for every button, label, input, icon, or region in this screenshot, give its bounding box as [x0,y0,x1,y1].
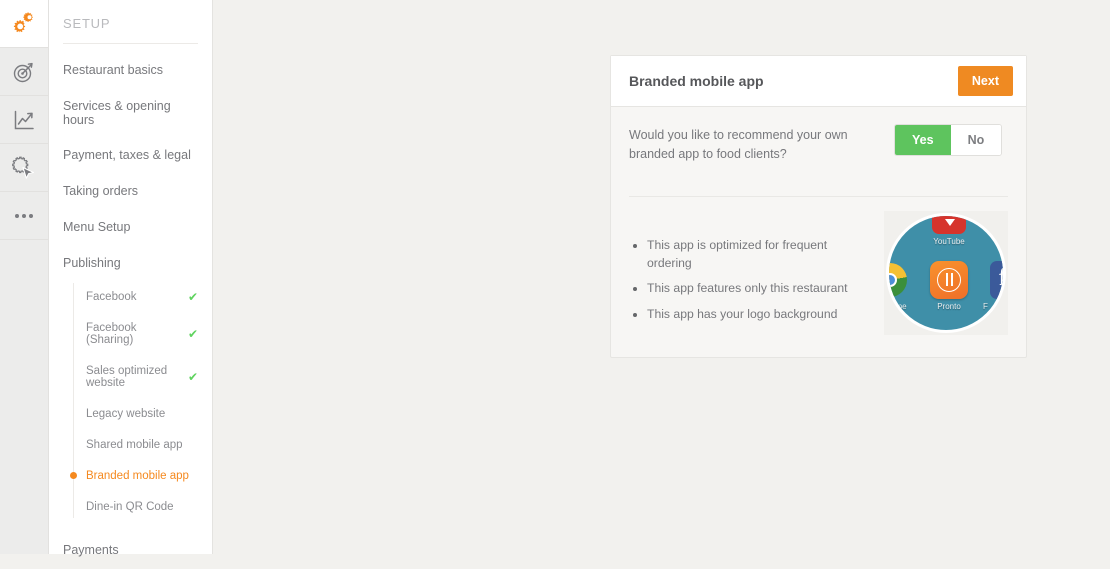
sidebar-item-taking-orders[interactable]: Taking orders [63,174,198,210]
toggle-no-option[interactable]: No [950,125,1002,155]
chrome-app-icon [889,263,907,297]
gears-icon [11,11,37,36]
rail-item-operations[interactable] [0,144,48,192]
sidebar-section-title: SETUP [63,16,111,31]
branded-mobile-app-card: Branded mobile app Next Would you like t… [610,55,1027,358]
recommend-toggle[interactable]: Yes No [894,124,1003,156]
icon-rail [0,0,49,554]
app-preview-circle: YouTube me Pronto F [886,213,1006,333]
main-content: Branded mobile app Next Would you like t… [214,0,1110,554]
toggle-yes-option[interactable]: Yes [895,125,951,155]
pronto-app-label: Pronto [937,302,961,311]
rail-item-marketing[interactable] [0,48,48,96]
sidebar-item-label: Facebook (Sharing) [86,321,137,346]
recommend-question-label: Would you like to recommend your own bra… [629,128,848,162]
sidebar-item-facebook-sharing[interactable]: Facebook (Sharing) ✔ [73,312,198,355]
card-body: Would you like to recommend your own bra… [611,107,1026,357]
chart-line-icon [12,108,36,132]
list-item: This app has your logo background [647,306,874,324]
sidebar-item-label: Dine-in QR Code [86,500,174,513]
check-icon: ✔ [187,289,198,304]
app-preview-thumbnail: YouTube me Pronto F [884,211,1008,335]
target-icon [12,60,36,84]
sidebar-item-payments[interactable]: Payments [63,522,198,569]
sidebar-item-label: Branded mobile app [86,469,189,482]
youtube-app-label: YouTube [933,237,965,246]
sidebar-item-label: Facebook [86,290,137,303]
next-button[interactable]: Next [957,66,1013,96]
sidebar-item-legacy-website[interactable]: Legacy website [73,398,198,429]
sidebar-item-dine-in-qr-code[interactable]: Dine-in QR Code [73,491,198,522]
check-icon: ✔ [187,369,198,384]
pronto-app-icon [930,261,968,299]
sidebar-item-label: Sales optimized website [86,364,168,389]
sidebar-item-facebook[interactable]: Facebook ✔ [73,281,198,312]
facebook-app-label: F [983,302,988,311]
rail-item-setup[interactable] [0,0,48,48]
list-item: This app is optimized for frequent order… [647,237,874,272]
sidebar-item-label: Shared mobile app [86,438,183,451]
ellipsis-icon [15,213,33,218]
page-title: Branded mobile app [629,73,764,89]
sidebar-item-publishing[interactable]: Publishing [63,246,198,282]
sidebar: SETUP Restaurant basics Services & openi… [49,0,213,557]
youtube-app-icon [932,216,966,234]
feature-row: This app is optimized for frequent order… [629,197,1008,357]
cutlery-icon [937,268,961,292]
active-dot-icon [70,472,77,480]
check-icon: ✔ [187,326,198,341]
gear-cursor-icon [12,156,36,180]
card-header: Branded mobile app Next [611,56,1026,107]
sidebar-item-branded-mobile-app[interactable]: Branded mobile app [70,460,198,491]
rail-item-reports[interactable] [0,96,48,144]
list-item: This app features only this restaurant [647,280,874,298]
feature-list: This app is optimized for frequent order… [629,211,874,332]
sidebar-item-payment-taxes-legal[interactable]: Payment, taxes & legal [63,138,198,174]
facebook-app-icon [990,261,1003,299]
sidebar-item-services-opening-hours[interactable]: Services & opening hours [63,89,198,139]
sidebar-item-label: Legacy website [86,407,166,420]
sidebar-sublist-publishing: Facebook ✔ Facebook (Sharing) ✔ Sales op… [70,281,198,522]
sidebar-divider [63,43,198,44]
sidebar-item-restaurant-basics[interactable]: Restaurant basics [63,53,198,89]
sidebar-item-menu-setup[interactable]: Menu Setup [63,210,198,246]
rail-item-more[interactable] [0,192,48,240]
recommend-question-row: Would you like to recommend your own bra… [629,107,1008,178]
sidebar-item-sales-optimized-website[interactable]: Sales optimized website ✔ [73,355,198,398]
sidebar-item-shared-mobile-app[interactable]: Shared mobile app [73,429,198,460]
